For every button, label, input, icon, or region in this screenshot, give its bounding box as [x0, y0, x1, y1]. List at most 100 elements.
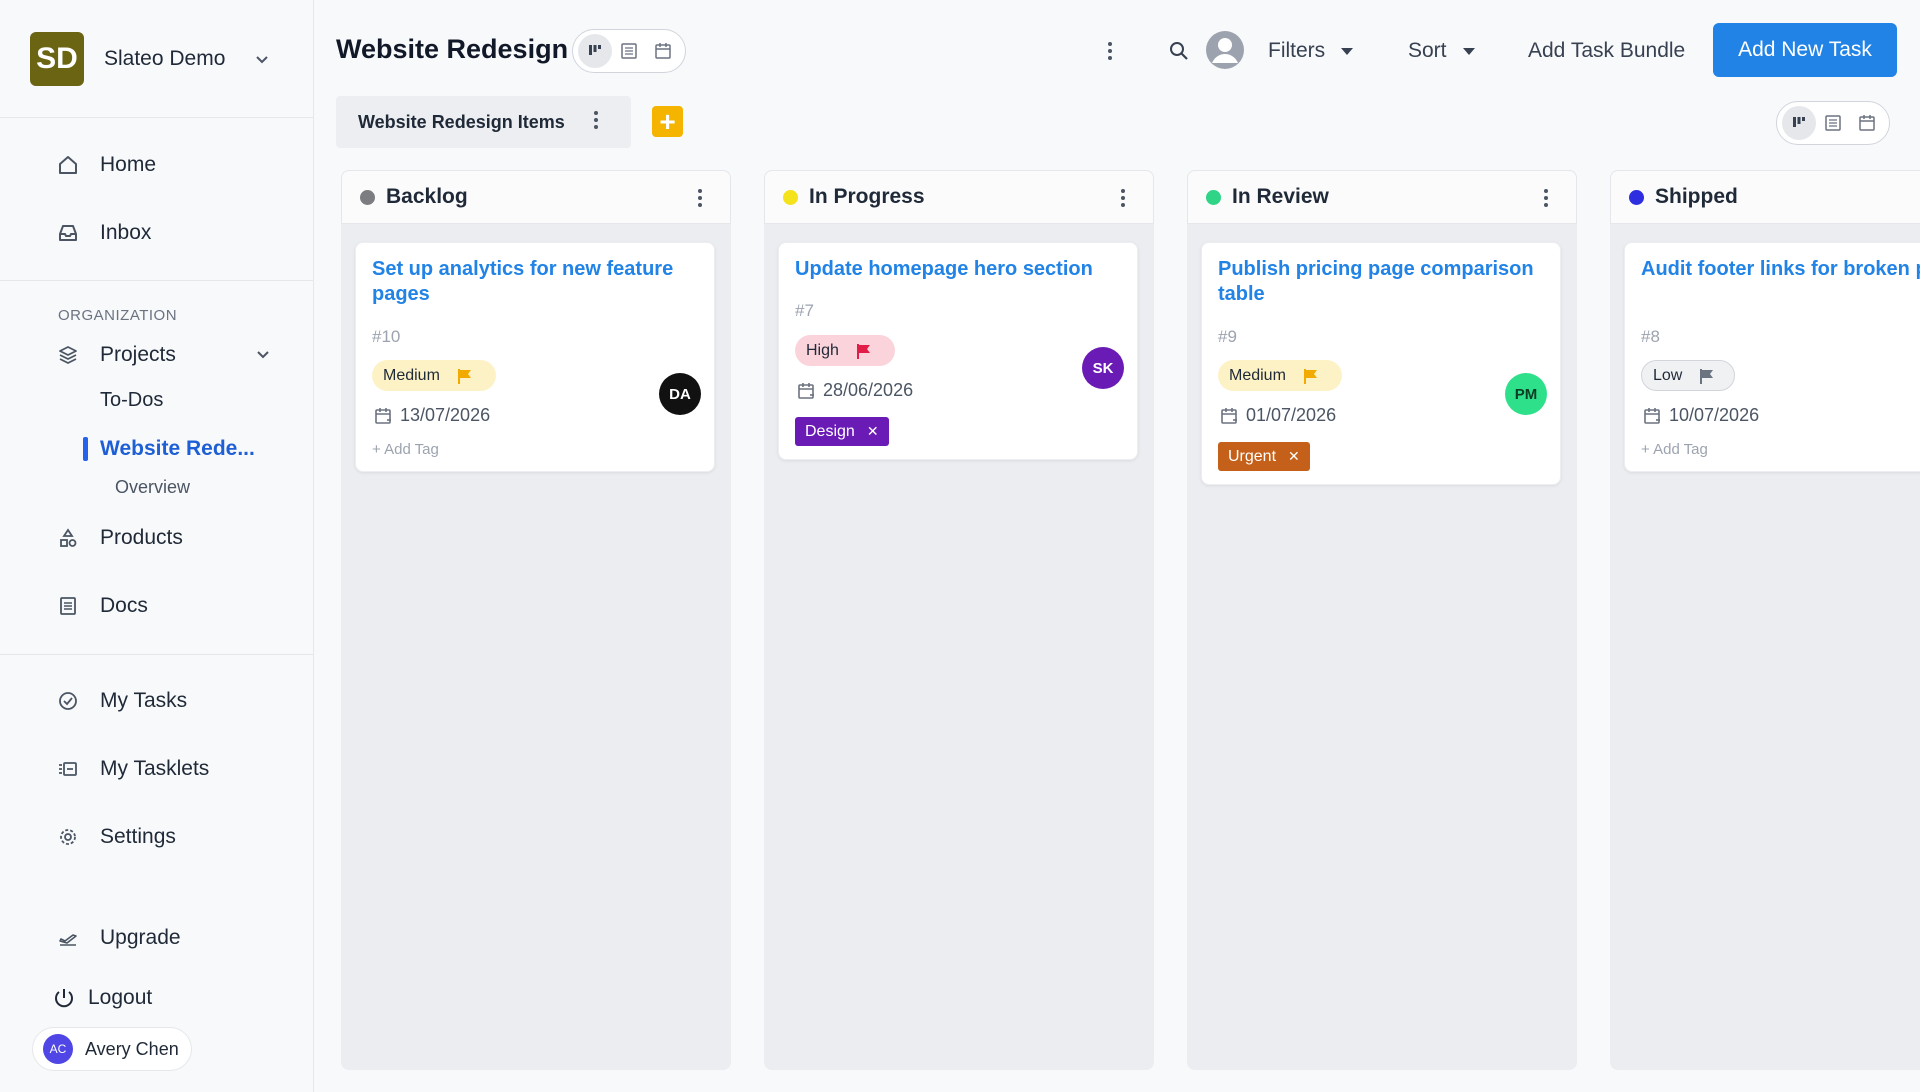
sidebar-item-label: Docs [100, 594, 148, 617]
app-root: SD Slateo Demo Home Inbox ORGANIZATION P… [0, 0, 1920, 1092]
add-tag-button[interactable]: + Add Tag [1641, 441, 1708, 458]
sidebar-item-label: Settings [100, 825, 176, 848]
column-title: Shipped [1655, 185, 1738, 208]
column-backlog: Backlog Set up analytics for new feature… [341, 170, 731, 1070]
plane-icon [56, 926, 80, 950]
add-bundle-button[interactable]: + [652, 106, 683, 137]
power-icon [52, 986, 76, 1010]
tag-label: Urgent [1228, 447, 1277, 465]
remove-tag-icon[interactable]: ✕ [1288, 448, 1300, 465]
task-id: #10 [372, 327, 401, 346]
status-dot [1629, 189, 1644, 205]
sidebar-item-home[interactable]: Home [56, 148, 156, 182]
sidebar-item-settings[interactable]: Settings [56, 820, 176, 854]
more-options-icon[interactable] [690, 183, 710, 213]
check-circle-icon [56, 689, 80, 713]
sidebar-item-upgrade[interactable]: Upgrade [56, 921, 181, 955]
chevron-down-icon[interactable] [254, 345, 272, 363]
column-title: In Review [1232, 185, 1329, 208]
gear-icon [56, 825, 80, 849]
active-indicator [83, 437, 88, 461]
sidebar-item-projects[interactable]: Projects [56, 338, 176, 372]
sidebar-item-label: My Tasklets [100, 757, 210, 780]
task-id: #8 [1641, 327, 1660, 346]
user-profile[interactable]: AC Avery Chen [32, 1027, 192, 1071]
column-header: Shipped [1610, 170, 1920, 224]
inbox-icon [56, 221, 80, 245]
priority-badge[interactable]: Medium [372, 360, 496, 391]
sidebar-divider [0, 280, 314, 281]
priority-badge[interactable]: Medium [1218, 360, 1342, 391]
due-date[interactable]: 01/07/2026 [1220, 405, 1336, 426]
due-date-text: 10/07/2026 [1669, 405, 1760, 425]
workspace-switcher[interactable]: SD Slateo Demo [30, 32, 290, 86]
list-view-icon[interactable] [1816, 106, 1850, 140]
priority-badge[interactable]: High [795, 335, 895, 366]
calendar-view-icon[interactable] [646, 34, 680, 68]
filters-label: Filters [1268, 39, 1326, 62]
task-title[interactable]: Audit footer links for broken paths [1641, 257, 1920, 282]
board-view-icon[interactable] [1782, 106, 1816, 140]
assignee-avatar[interactable]: SK [1082, 347, 1124, 389]
sidebar-item-inbox[interactable]: Inbox [56, 216, 151, 250]
sidebar-item-docs[interactable]: Docs [56, 589, 148, 623]
sidebar-item-website-redesign[interactable]: Website Rede... [83, 437, 255, 461]
shapes-icon [56, 526, 80, 550]
due-date[interactable]: 10/07/2026 [1643, 405, 1759, 426]
sidebar-item-label: My Tasks [100, 689, 188, 712]
search-icon[interactable] [1166, 38, 1192, 64]
task-title[interactable]: Publish pricing page comparison table [1218, 257, 1558, 307]
assignee-avatar[interactable]: DA [659, 373, 701, 415]
sidebar-item-label: Projects [100, 343, 176, 366]
status-dot [360, 189, 375, 205]
priority-badge[interactable]: Low [1641, 360, 1735, 391]
more-options-icon[interactable] [593, 110, 599, 135]
due-date[interactable]: 28/06/2026 [797, 380, 913, 401]
board-view-icon[interactable] [578, 34, 612, 68]
column-header: In Review [1187, 170, 1577, 224]
due-date[interactable]: 13/07/2026 [374, 405, 490, 426]
document-icon [56, 594, 80, 618]
more-options-icon[interactable] [1113, 183, 1133, 213]
remove-tag-icon[interactable]: ✕ [867, 423, 879, 440]
sidebar-item-my-tasks[interactable]: My Tasks [56, 684, 187, 718]
column-title: Backlog [386, 185, 468, 208]
task-card[interactable]: Publish pricing page comparison table #9… [1201, 242, 1561, 485]
sidebar-item-products[interactable]: Products [56, 521, 183, 555]
column-in-review: In Review Publish pricing page compariso… [1187, 170, 1577, 1070]
more-options-icon[interactable] [1536, 183, 1556, 213]
more-options-icon[interactable] [1098, 36, 1122, 66]
calendar-icon [1644, 407, 1660, 424]
calendar-icon [375, 407, 391, 424]
sidebar-item-label: Website Rede... [100, 437, 255, 460]
task-card[interactable]: Update homepage hero section #7 High 28/… [778, 242, 1138, 460]
logout-button[interactable]: Logout [52, 981, 152, 1015]
task-card[interactable]: Set up analytics for new feature pages #… [355, 242, 715, 472]
caret-down-icon [1341, 47, 1354, 55]
bundle-tab-label: Website Redesign Items [358, 111, 565, 132]
task-title[interactable]: Set up analytics for new feature pages [372, 257, 712, 307]
tag-chip: Urgent ✕ [1218, 442, 1310, 471]
list-view-icon[interactable] [612, 34, 646, 68]
view-toggle [572, 29, 686, 73]
add-task-bundle-button[interactable]: Add Task Bundle [1528, 39, 1685, 63]
filters-dropdown[interactable]: Filters [1268, 39, 1354, 63]
assignee-avatar[interactable]: PM [1505, 373, 1547, 415]
sidebar-item-my-tasklets[interactable]: My Tasklets [56, 752, 209, 786]
calendar-view-icon[interactable] [1850, 106, 1884, 140]
avatar: AC [43, 1034, 73, 1064]
sidebar-item-overview[interactable]: Overview [115, 477, 190, 498]
sort-dropdown[interactable]: Sort [1408, 39, 1475, 63]
tag-label: Design [805, 422, 855, 440]
workspace-logo: SD [30, 32, 84, 86]
sidebar-item-todos[interactable]: To-Dos [100, 389, 163, 412]
user-filter-icon[interactable] [1205, 30, 1245, 70]
task-title[interactable]: Update homepage hero section [795, 257, 1135, 282]
add-new-task-button[interactable]: Add New Task [1713, 23, 1897, 77]
task-card[interactable]: Audit footer links for broken paths #8 L… [1624, 242, 1920, 472]
bundle-tab[interactable]: Website Redesign Items [336, 96, 631, 148]
add-tag-button[interactable]: + Add Tag [372, 441, 439, 458]
sidebar-divider [0, 117, 314, 118]
calendar-icon [798, 382, 814, 399]
due-date-text: 13/07/2026 [400, 405, 491, 425]
